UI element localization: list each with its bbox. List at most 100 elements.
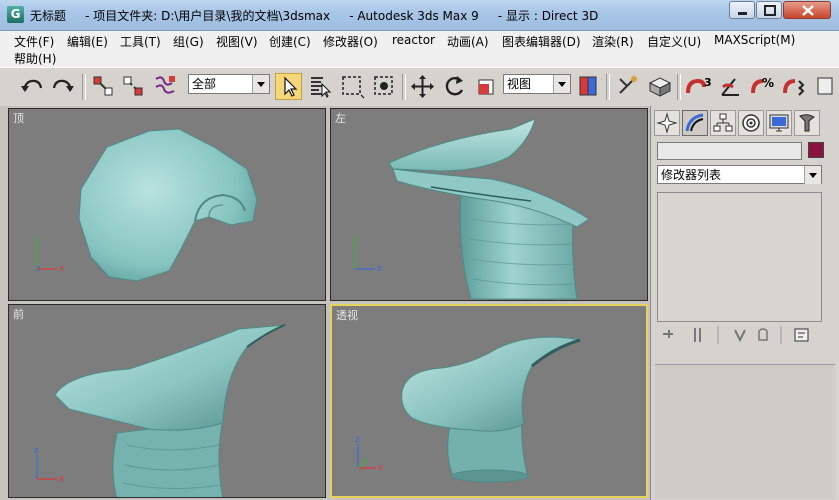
- menu-help[interactable]: 帮助(H): [14, 50, 56, 67]
- window-crossing-icon: [374, 76, 393, 95]
- motion-tab[interactable]: [738, 110, 764, 136]
- main-toolbar: 全部 视图 3 %: [0, 67, 839, 107]
- show-end-result-icon[interactable]: [694, 328, 701, 342]
- percent-snap-button[interactable]: %: [749, 73, 776, 100]
- use-pivot-icon: [579, 76, 597, 96]
- utilities-tab[interactable]: [794, 110, 820, 136]
- rotate-button[interactable]: [441, 73, 468, 100]
- window-crossing-button[interactable]: [371, 73, 398, 100]
- configure-modifier-sets-icon[interactable]: [794, 328, 809, 342]
- axis-y-label: y: [34, 236, 40, 246]
- select-and-link-button[interactable]: [90, 73, 117, 100]
- select-by-name-icon: [311, 77, 332, 98]
- axis-x-label: x: [59, 264, 65, 274]
- menu-views[interactable]: 视图(V): [216, 33, 258, 50]
- chevron-down-icon: [804, 166, 821, 184]
- display-tab[interactable]: [766, 110, 792, 136]
- menu-reactor[interactable]: reactor: [392, 33, 435, 47]
- menu-file[interactable]: 文件(F): [14, 33, 54, 50]
- menu-animation[interactable]: 动画(A): [447, 33, 489, 50]
- modifier-list-value: 修改器列表: [661, 168, 722, 182]
- angle-snap-button[interactable]: [717, 73, 744, 100]
- menu-edit[interactable]: 编辑(E): [67, 33, 108, 50]
- select-and-manipulate-icon: [619, 76, 637, 94]
- bind-space-warp-button[interactable]: [152, 73, 179, 100]
- maximize-button[interactable]: [756, 1, 782, 19]
- select-object-button[interactable]: [275, 73, 302, 100]
- axis-tripod: y z: [352, 236, 382, 274]
- modifier-stack[interactable]: [657, 192, 822, 322]
- percent-snap-label: %: [762, 76, 774, 90]
- toolbar-separator: [606, 74, 610, 100]
- create-tab-icon: [656, 112, 678, 134]
- remove-modifier-icon[interactable]: [758, 328, 768, 341]
- axis-tripod: y x z: [34, 236, 65, 274]
- viewport-left[interactable]: 左 y z: [330, 108, 648, 301]
- display-tab-icon: [769, 114, 789, 132]
- mesh-perspective-view: z x: [355, 336, 581, 483]
- undo-button[interactable]: [18, 73, 45, 100]
- select-and-manipulate-button[interactable]: [614, 73, 641, 100]
- rectangular-selection-icon: [342, 76, 365, 99]
- named-selection-icon: [817, 77, 833, 95]
- rectangular-selection-button[interactable]: [339, 73, 366, 100]
- unlink-button[interactable]: [120, 73, 147, 100]
- undo-icon: [21, 79, 43, 92]
- menu-group[interactable]: 组(G): [173, 33, 204, 50]
- object-color-swatch[interactable]: [808, 142, 824, 158]
- axis-tripod: z x: [355, 435, 384, 473]
- viewport-top[interactable]: 顶 y x z: [8, 108, 326, 301]
- modifier-list-dropdown[interactable]: 修改器列表: [657, 165, 822, 184]
- chevron-down-icon: [553, 75, 570, 93]
- minimize-button[interactable]: [729, 1, 755, 19]
- make-unique-icon[interactable]: [734, 329, 746, 343]
- move-button[interactable]: [409, 73, 436, 100]
- scale-button[interactable]: [473, 73, 500, 100]
- close-icon: [802, 5, 814, 16]
- menu-maxscript[interactable]: MAXScript(M): [714, 33, 795, 47]
- mesh-top-view: y x z: [34, 128, 258, 282]
- menu-graph-editors[interactable]: 图表编辑器(D): [502, 33, 581, 50]
- axis-x-label: x: [378, 463, 384, 473]
- chevron-down-icon: [252, 75, 269, 93]
- close-button[interactable]: [783, 1, 831, 19]
- named-selection-sets-button[interactable]: [816, 73, 839, 100]
- bind-space-warp-icon: [155, 76, 175, 94]
- menu-rendering[interactable]: 渲染(R): [592, 33, 634, 50]
- menu-customize[interactable]: 自定义(U): [647, 33, 701, 50]
- object-name-input[interactable]: [657, 142, 802, 160]
- select-object-icon: [284, 76, 298, 97]
- menu-tools[interactable]: 工具(T): [120, 33, 161, 50]
- stack-tools-icons: [663, 326, 809, 344]
- angle-snap-icon: [721, 78, 739, 96]
- scale-icon: [478, 79, 494, 95]
- redo-button[interactable]: [50, 73, 77, 100]
- use-pivot-button[interactable]: [575, 73, 602, 100]
- menu-create[interactable]: 创建(C): [269, 33, 311, 50]
- menu-modifiers[interactable]: 修改器(O): [323, 33, 378, 50]
- title-bar: G 无标题 - 项目文件夹: D:\用户目录\我的文档\3dsmax - Aut…: [0, 0, 839, 31]
- axis-z-label: z: [34, 446, 39, 456]
- viewport-perspective[interactable]: 透视 z x: [330, 304, 648, 498]
- unlink-icon: [123, 76, 143, 96]
- keyboard-shortcut-button[interactable]: [646, 73, 673, 100]
- menu-bar: 文件(F) 编辑(E) 工具(T) 组(G) 视图(V) 创建(C) 修改器(O…: [0, 31, 839, 67]
- app-icon[interactable]: G: [7, 6, 24, 23]
- axis-z-label: z: [36, 264, 40, 273]
- spinner-snap-button[interactable]: [781, 73, 808, 100]
- viewport-front[interactable]: 前 z x: [8, 304, 326, 498]
- pin-stack-icon[interactable]: [663, 330, 673, 338]
- reference-coordinate-dropdown[interactable]: 视图: [503, 74, 571, 94]
- spinner-snap-icon: [783, 79, 805, 96]
- move-icon: [411, 75, 434, 98]
- selection-filter-value: 全部: [192, 77, 217, 91]
- selection-filter-dropdown[interactable]: 全部: [188, 74, 270, 94]
- select-by-name-button[interactable]: [307, 73, 334, 100]
- snaps-toggle-button[interactable]: 3: [684, 73, 712, 100]
- axis-tripod: z x: [34, 446, 65, 484]
- axis-z-label: z: [355, 435, 360, 445]
- axis-x-label: x: [59, 474, 65, 484]
- create-tab[interactable]: [654, 110, 680, 136]
- hierarchy-tab[interactable]: [710, 110, 736, 136]
- modify-tab[interactable]: [682, 110, 708, 136]
